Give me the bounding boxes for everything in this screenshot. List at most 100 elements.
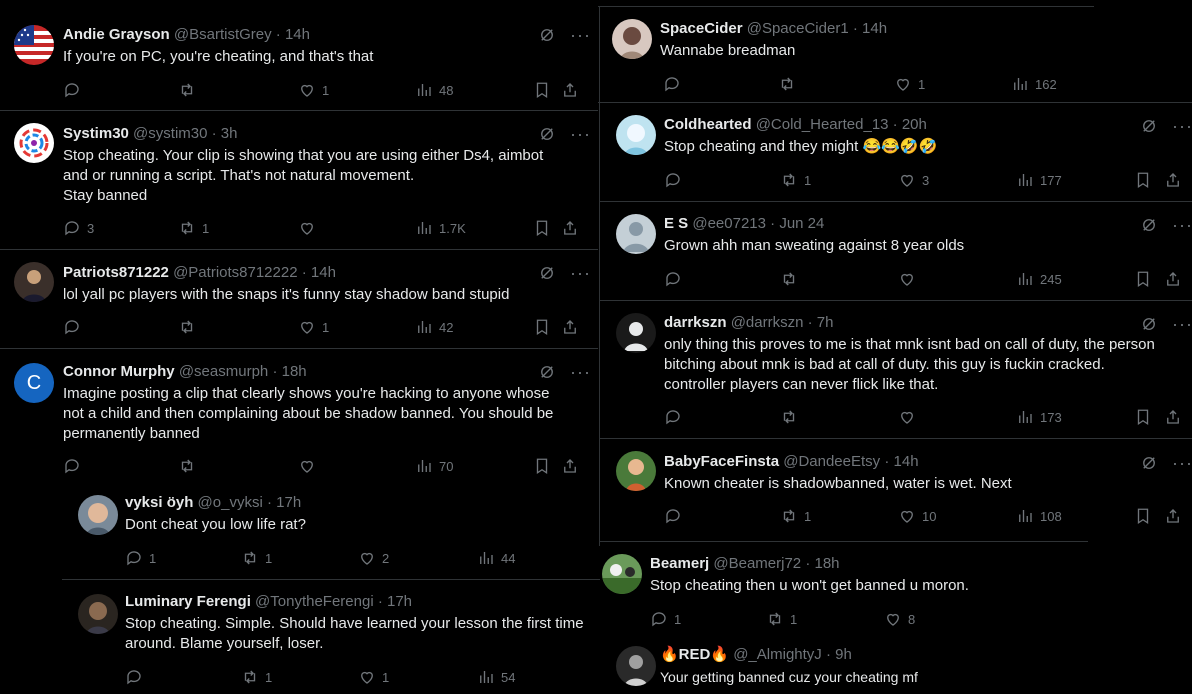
timestamp[interactable]: · 17h [378, 593, 412, 610]
display-name[interactable]: SpaceCider [660, 20, 743, 37]
share-button[interactable] [561, 218, 579, 238]
avatar-letter-icon[interactable]: C [14, 363, 54, 403]
display-name[interactable]: Andie Grayson [63, 26, 170, 43]
timestamp[interactable]: · 20h [893, 116, 927, 133]
avatar-flag-icon[interactable] [14, 25, 54, 65]
reply-button[interactable]: 1 [125, 548, 156, 568]
reply-button[interactable] [63, 456, 87, 476]
handle[interactable]: @BsartistGrey [174, 26, 272, 43]
avatar-photo-icon[interactable] [616, 115, 656, 155]
repost-button[interactable] [780, 269, 804, 289]
grok-icon[interactable] [538, 26, 556, 44]
timestamp[interactable]: · 7h [808, 314, 834, 331]
display-name[interactable]: Luminary Ferengi [125, 593, 251, 610]
avatar-swirl-icon[interactable] [14, 123, 54, 163]
bookmark-button[interactable] [533, 80, 551, 100]
tweet-card[interactable]: SpaceCider @SpaceCider1 · 14h Wannabe br… [600, 8, 1092, 100]
display-name[interactable]: darrkszn [664, 314, 727, 331]
share-button[interactable] [1164, 506, 1182, 526]
views-button[interactable]: 1.7K [415, 218, 466, 238]
timestamp[interactable]: · 14h [884, 453, 918, 470]
display-name[interactable]: BabyFaceFinsta [664, 453, 779, 470]
tweet-card[interactable]: Beamerj @Beamerj72 · 18h Stop cheating t… [600, 543, 1088, 635]
views-button[interactable]: 48 [415, 80, 453, 100]
avatar-default-icon[interactable] [616, 214, 656, 254]
grok-icon[interactable] [538, 264, 556, 282]
like-button[interactable]: 1 [358, 667, 389, 687]
reply-button[interactable] [63, 317, 87, 337]
handle[interactable]: @seasmurph [179, 363, 268, 380]
grok-icon[interactable] [538, 363, 556, 381]
tweet-card[interactable]: Systim30 @systim30 · 3h ··· Stop cheatin… [0, 111, 598, 250]
repost-button[interactable]: 1 [241, 548, 272, 568]
share-button[interactable] [561, 456, 579, 476]
more-icon[interactable]: ··· [570, 264, 591, 282]
tweet-card[interactable]: BabyFaceFinsta @DandeeEtsy · 14h ··· Kno… [600, 439, 1192, 539]
like-button[interactable]: 3 [898, 170, 929, 190]
views-button[interactable]: 42 [415, 317, 453, 337]
avatar-default-icon[interactable] [616, 313, 656, 353]
share-button[interactable] [1164, 170, 1182, 190]
more-icon[interactable]: ··· [1172, 454, 1192, 472]
share-button[interactable] [561, 80, 579, 100]
views-button[interactable]: 177 [1016, 170, 1062, 190]
share-button[interactable] [1164, 407, 1182, 427]
handle[interactable]: @TonytheFerengi [255, 593, 374, 610]
handle[interactable]: @systim30 [133, 125, 207, 142]
display-name[interactable]: E S [664, 215, 688, 232]
bookmark-button[interactable] [1134, 269, 1152, 289]
like-button[interactable] [898, 269, 922, 289]
bookmark-button[interactable] [533, 317, 551, 337]
like-button[interactable] [898, 407, 922, 427]
display-name[interactable]: Beamerj [650, 555, 709, 572]
grok-icon[interactable] [1140, 315, 1158, 333]
avatar-photo-icon[interactable] [14, 262, 54, 302]
views-button[interactable]: 54 [477, 667, 515, 687]
more-icon[interactable]: ··· [570, 26, 591, 44]
repost-button[interactable]: 1 [780, 170, 811, 190]
like-button[interactable]: 2 [358, 548, 389, 568]
reply-button[interactable] [663, 74, 687, 94]
views-button[interactable]: 245 [1016, 269, 1062, 289]
tweet-card[interactable]: C Connor Murphy @seasmurph · 18h ··· Ima… [0, 349, 598, 481]
bookmark-button[interactable] [1134, 506, 1152, 526]
bookmark-button[interactable] [533, 218, 551, 238]
more-icon[interactable]: ··· [1172, 315, 1192, 333]
bookmark-button[interactable] [1134, 407, 1152, 427]
display-name[interactable]: Connor Murphy [63, 363, 175, 380]
share-button[interactable] [1164, 269, 1182, 289]
more-icon[interactable]: ··· [570, 363, 591, 381]
reply-button[interactable] [63, 80, 87, 100]
repost-button[interactable]: 1 [766, 609, 797, 629]
views-button[interactable]: 162 [1011, 74, 1057, 94]
like-button[interactable]: 10 [898, 506, 936, 526]
bookmark-button[interactable] [1134, 170, 1152, 190]
views-button[interactable]: 44 [477, 548, 515, 568]
display-name[interactable]: 🔥RED🔥 [660, 646, 729, 663]
display-name[interactable]: Patriots871222 [63, 264, 169, 281]
tweet-card[interactable]: darrkszn @darrkszn · 7h ··· only thing t… [600, 301, 1192, 439]
like-button[interactable]: 1 [894, 74, 925, 94]
repost-button[interactable] [780, 407, 804, 427]
timestamp[interactable]: · 14h [302, 264, 336, 281]
reply-button[interactable] [664, 407, 688, 427]
reply-button[interactable] [664, 506, 688, 526]
handle[interactable]: @SpaceCider1 [747, 20, 849, 37]
like-button[interactable]: 1 [298, 80, 329, 100]
timestamp[interactable]: · 9h [826, 646, 852, 663]
repost-button[interactable]: 1 [241, 667, 272, 687]
repost-button[interactable] [178, 317, 202, 337]
reply-button[interactable] [664, 269, 688, 289]
handle[interactable]: @darrkszn [731, 314, 804, 331]
like-button[interactable]: 8 [884, 609, 915, 629]
display-name[interactable]: Systim30 [63, 125, 129, 142]
grok-icon[interactable] [1140, 117, 1158, 135]
display-name[interactable]: vyksi öyh [125, 494, 193, 511]
avatar-photo-icon[interactable] [78, 594, 118, 634]
like-button[interactable] [298, 456, 322, 476]
views-button[interactable]: 173 [1016, 407, 1062, 427]
more-icon[interactable]: ··· [1172, 117, 1192, 135]
repost-button[interactable]: 1 [780, 506, 811, 526]
share-button[interactable] [561, 317, 579, 337]
tweet-card[interactable]: 🔥RED🔥 @_AlmightyJ · 9h Your getting bann… [600, 636, 1088, 694]
